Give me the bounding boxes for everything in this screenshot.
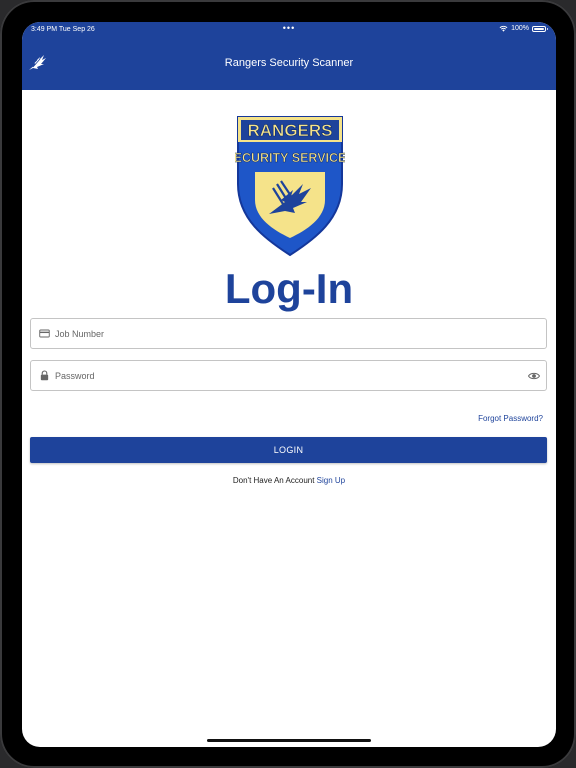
login-button[interactable]: LOGIN: [30, 437, 547, 463]
lock-icon: [40, 370, 49, 381]
job-number-field[interactable]: [30, 318, 547, 349]
signup-prompt: Don't Have An Account Sign Up: [22, 476, 556, 485]
rangers-badge-logo: RANGERS SECURITY SERVICES: [235, 116, 345, 257]
multitask-dots[interactable]: •••: [22, 23, 556, 33]
navigation-bar: 3:49 PM Tue Sep 26 ••• 100% Rangers Secu…: [22, 22, 556, 90]
status-indicators: 100%: [499, 25, 548, 32]
wifi-icon: [499, 25, 508, 32]
password-input[interactable]: [55, 361, 515, 390]
svg-text:RANGERS: RANGERS: [247, 121, 332, 140]
home-indicator[interactable]: [207, 739, 371, 742]
card-icon: [39, 329, 50, 338]
forgot-password-link[interactable]: Forgot Password?: [478, 414, 543, 423]
battery-percent: 100%: [511, 25, 529, 32]
app-screen: 3:49 PM Tue Sep 26 ••• 100% Rangers Secu…: [22, 22, 556, 747]
job-number-input[interactable]: [55, 319, 515, 348]
no-account-text: Don't Have An Account: [232, 476, 315, 485]
sign-up-link[interactable]: Sign Up: [317, 476, 345, 485]
password-field[interactable]: [30, 360, 547, 391]
device-frame: 3:49 PM Tue Sep 26 ••• 100% Rangers Secu…: [0, 0, 576, 768]
nav-title: Rangers Security Scanner: [224, 57, 354, 69]
login-heading: Log-In: [224, 265, 354, 312]
battery-icon: [532, 25, 548, 32]
svg-text:SECURITY SERVICES: SECURITY SERVICES: [235, 151, 345, 165]
eye-icon[interactable]: [528, 371, 540, 381]
